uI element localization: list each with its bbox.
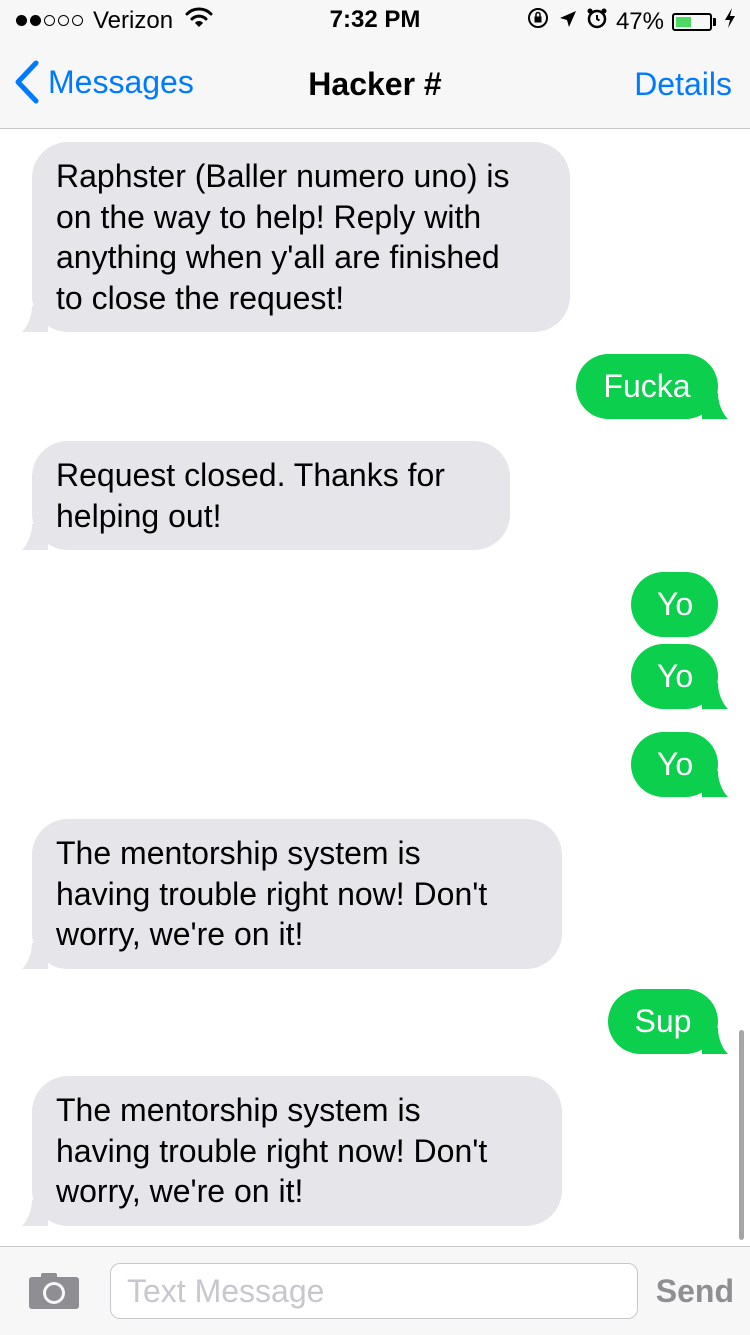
battery-body <box>672 12 712 31</box>
message-input[interactable] <box>110 1263 638 1319</box>
bubble-tail <box>22 306 48 333</box>
battery-fill <box>676 16 692 27</box>
bubble-tail <box>702 770 728 797</box>
location-arrow-icon <box>558 8 578 36</box>
message-bubble-incoming: The mentorship system is having trouble … <box>22 1076 562 1226</box>
message-bubble-incoming: Raphster (Baller numero uno) is on the w… <box>22 142 570 333</box>
bubble-tail <box>22 942 48 969</box>
battery-tip <box>713 17 716 26</box>
message-line: The mentorship system is <box>56 1092 421 1128</box>
message-line: Fucka <box>603 368 691 404</box>
message-line: worry, we're on it! <box>56 1173 304 1210</box>
message-line: Request closed. Thanks for <box>56 457 445 493</box>
send-button[interactable]: Send <box>656 1273 734 1310</box>
message-line: Yo <box>657 658 694 694</box>
bubble-tail <box>702 1027 728 1054</box>
navigation-bar: Messages Hacker # Details <box>0 40 750 129</box>
alarm-icon <box>586 7 608 36</box>
message-bubble-incoming: The mentorship system is having trouble … <box>22 819 562 969</box>
message-line: Raphster (Baller numero uno) is <box>56 158 510 194</box>
message-line: to close the request! <box>56 279 345 316</box>
bubble-tail <box>702 392 728 419</box>
bubble-tail <box>702 682 728 709</box>
details-button[interactable]: Details <box>634 66 732 103</box>
message-bubble-outgoing: Fucka <box>576 354 728 419</box>
message-bubble-outgoing: Yo <box>631 732 728 797</box>
input-bar: Send <box>0 1246 750 1335</box>
status-bar: Verizon 7:32 PM 47% <box>0 0 750 40</box>
battery-icon <box>672 12 716 31</box>
bubble-tail <box>22 524 48 551</box>
message-line: Sup <box>634 1003 692 1039</box>
message-line: Yo <box>657 746 694 782</box>
message-line: anything when y'all are finished <box>56 239 500 276</box>
message-line: The mentorship system is <box>56 835 421 871</box>
camera-button[interactable] <box>28 1272 80 1315</box>
message-line: Yo <box>657 586 694 622</box>
message-line: having trouble right now! Don't <box>56 1132 488 1169</box>
message-line: worry, we're on it! <box>56 916 304 953</box>
battery-percent: 47% <box>615 7 664 35</box>
message-line: having trouble right now! Don't <box>56 875 488 912</box>
message-thread[interactable]: Raphster (Baller numero uno) is on the w… <box>0 129 750 1245</box>
status-right: 47% <box>526 6 736 37</box>
charging-bolt-icon <box>724 7 736 36</box>
scrollbar[interactable] <box>739 1030 744 1240</box>
orientation-lock-icon <box>526 6 550 37</box>
bubble-tail <box>22 1199 48 1226</box>
message-bubble-outgoing: Yo <box>631 644 728 709</box>
camera-icon <box>29 1273 79 1309</box>
message-bubble-incoming: Request closed. Thanks for helping out! <box>22 441 510 551</box>
message-bubble-outgoing: Sup <box>608 989 728 1054</box>
message-line: helping out! <box>56 497 222 534</box>
message-bubble-outgoing: Yo <box>631 572 718 637</box>
message-line: on the way to help! Reply with <box>56 198 482 235</box>
